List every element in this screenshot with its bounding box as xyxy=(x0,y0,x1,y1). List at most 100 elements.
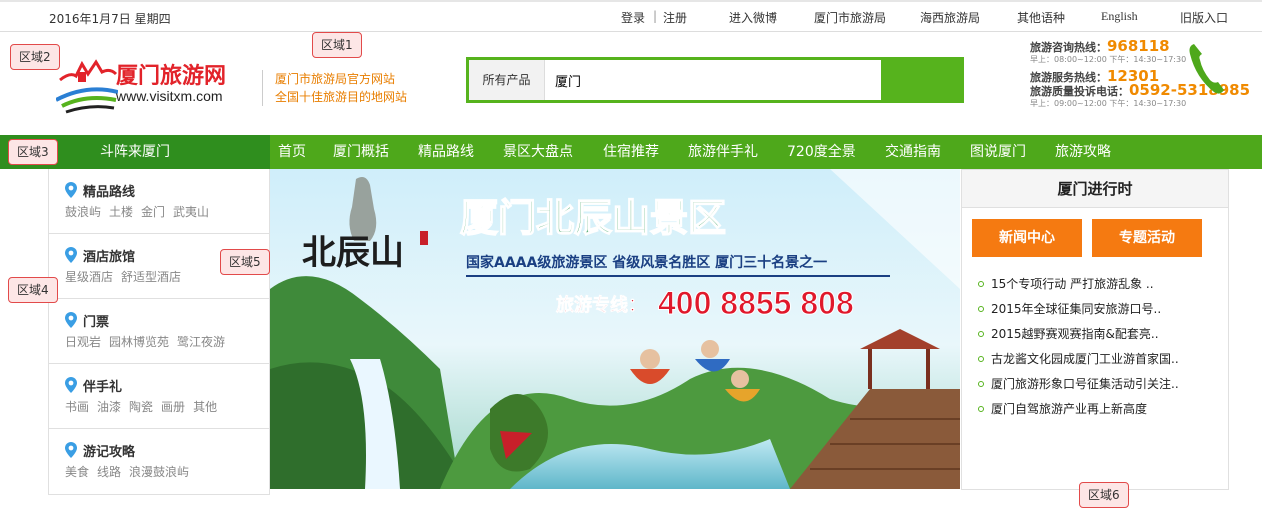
sidebar-section-title[interactable]: 门票 xyxy=(65,311,109,330)
sidebar-section: 精品路线 鼓浪屿 土楼 金门 武夷山 xyxy=(49,169,269,234)
sidebar-link[interactable]: 日观岩 xyxy=(65,335,101,349)
bullet-icon xyxy=(978,380,984,387)
news-item[interactable]: 2015越野赛观赛指南&配套亮.. xyxy=(978,322,1218,347)
sidebar-link[interactable]: 星级酒店 xyxy=(65,270,113,284)
logo-url: www.visitxm.com xyxy=(116,88,223,104)
news-item-text: 15个专项行动 严打旅游乱象 .. xyxy=(991,277,1154,291)
weibo-link[interactable]: 进入微博 xyxy=(729,9,777,26)
news-item[interactable]: 古龙酱文化园成厦门工业游首家国.. xyxy=(978,347,1218,372)
nav-item-guides[interactable]: 旅游攻略 xyxy=(1055,135,1111,169)
news-item[interactable]: 2015年全球征集同安旅游口号.. xyxy=(978,297,1218,322)
nav-item-home[interactable]: 首页 xyxy=(278,135,306,169)
top-bar: 2016年1月7日 星期四 登录 | 注册 进入微博 厦门市旅游局 海西旅游局 … xyxy=(0,0,1262,32)
sidebar-link[interactable]: 土楼 xyxy=(109,205,133,219)
banner-title: 厦门北辰山景区 xyxy=(460,196,726,240)
sidebar-section: 门票 日观岩 园林博览苑 鹭江夜游 xyxy=(49,299,269,364)
search-input[interactable] xyxy=(547,60,883,100)
sidebar-section: 伴手礼 书画 油漆 陶瓷 画册 其他 xyxy=(49,364,269,429)
site-logo[interactable]: 厦门旅游网 www.visitxm.com xyxy=(56,54,256,114)
english-link[interactable]: English xyxy=(1101,9,1138,24)
news-panel: 厦门进行时 新闻中心 专题活动 15个专项行动 严打旅游乱象 .. 2015年全… xyxy=(961,169,1229,490)
search-button[interactable] xyxy=(881,60,961,100)
region-label-1: 区域1 xyxy=(312,32,362,58)
topics-button[interactable]: 专题活动 xyxy=(1092,219,1202,257)
header: 厦门旅游网 www.visitxm.com 厦门市旅游局官方网站 全国十佳旅游目… xyxy=(0,32,1262,134)
location-pin-icon xyxy=(65,377,77,393)
sidebar-link[interactable]: 美食 xyxy=(65,465,89,479)
banner-image: 北辰山 厦门北辰山景区 国家AAAA级旅游景区 省级风景名胜区 厦门三十名景之一… xyxy=(270,169,960,489)
news-item-text: 厦门自驾旅游产业再上新高度 xyxy=(991,402,1148,416)
banner-hotline-number: 400 8855 808 xyxy=(658,285,854,321)
news-item[interactable]: 15个专项行动 严打旅游乱象 .. xyxy=(978,272,1218,297)
nav-item-attractions[interactable]: 景区大盘点 xyxy=(503,135,573,169)
sidebar-link[interactable]: 油漆 xyxy=(97,400,121,414)
site-slogan: 厦门市旅游局官方网站 全国十佳旅游目的地网站 xyxy=(262,70,407,106)
sidebar-title-text: 伴手礼 xyxy=(83,380,123,395)
region-label-5: 区域5 xyxy=(220,249,270,275)
news-panel-title: 厦门进行时 xyxy=(962,170,1228,208)
sidebar-link[interactable]: 画册 xyxy=(161,400,185,414)
region-label-3: 区域3 xyxy=(8,139,58,165)
nav-item-hotels[interactable]: 住宿推荐 xyxy=(603,135,659,169)
register-link[interactable]: 注册 xyxy=(663,9,687,26)
sidebar-link[interactable]: 线路 xyxy=(97,465,121,479)
sidebar-link[interactable]: 陶瓷 xyxy=(129,400,153,414)
bullet-icon xyxy=(978,355,984,362)
region-label-6: 区域6 xyxy=(1079,482,1129,508)
nav-item-photos[interactable]: 图说厦门 xyxy=(970,135,1026,169)
sidebar-link[interactable]: 浪漫鼓浪屿 xyxy=(129,465,189,479)
consult-hotline-number: 968118 xyxy=(1107,37,1170,55)
sidebar-link[interactable]: 舒适型酒店 xyxy=(121,270,181,284)
haixi-bureau-link[interactable]: 海西旅游局 xyxy=(920,9,980,26)
news-item-text: 古龙酱文化园成厦门工业游首家国.. xyxy=(991,352,1179,366)
sidebar-link[interactable]: 武夷山 xyxy=(173,205,209,219)
news-center-button[interactable]: 新闻中心 xyxy=(972,219,1082,257)
nav-item-souvenirs[interactable]: 旅游伴手礼 xyxy=(688,135,758,169)
nav-item-overview[interactable]: 厦门概括 xyxy=(333,135,389,169)
category-sidebar: 精品路线 鼓浪屿 土楼 金门 武夷山 酒店旅馆 星级酒店 舒适型酒店 门票 日观岩 园林博… xyxy=(48,169,270,495)
sidebar-section-title[interactable]: 精品路线 xyxy=(65,181,135,200)
consult-hotline-label: 旅游咨询热线： xyxy=(1030,41,1107,54)
location-pin-icon xyxy=(65,247,77,263)
news-item-text: 2015越野赛观赛指南&配套亮.. xyxy=(991,327,1159,341)
location-pin-icon xyxy=(65,312,77,328)
nav-item-routes[interactable]: 精品路线 xyxy=(418,135,474,169)
bullet-icon xyxy=(978,405,984,412)
sidebar-title-text: 精品路线 xyxy=(83,185,136,200)
sidebar-title-text: 门票 xyxy=(83,315,110,330)
slogan-line-1: 厦门市旅游局官方网站 xyxy=(275,72,396,86)
nav-item-transport[interactable]: 交通指南 xyxy=(885,135,941,169)
other-languages-link[interactable]: 其他语种 xyxy=(1017,9,1065,26)
sidebar-link[interactable]: 园林博览苑 xyxy=(109,335,169,349)
banner-carousel[interactable]: 北辰山 厦门北辰山景区 国家AAAA级旅游景区 省级风景名胜区 厦门三十名景之一… xyxy=(270,169,960,489)
banner-subtitle: 国家AAAA级旅游景区 省级风景名胜区 厦门三十名景之一 xyxy=(466,254,827,271)
sidebar-title-text: 酒店旅馆 xyxy=(83,250,136,265)
sidebar-section-title[interactable]: 游记攻略 xyxy=(65,441,135,460)
sidebar-link[interactable]: 鼓浪屿 xyxy=(65,205,101,219)
main-nav: 斗阵来厦门 首页 厦门概括 精品路线 景区大盘点 住宿推荐 旅游伴手礼 720度… xyxy=(0,135,1262,169)
current-date: 2016年1月7日 星期四 xyxy=(49,12,171,26)
sidebar-link[interactable]: 其他 xyxy=(193,400,217,414)
sidebar-section-title[interactable]: 酒店旅馆 xyxy=(65,246,135,265)
region-label-4: 区域4 xyxy=(8,277,58,303)
sidebar-link[interactable]: 鹭江夜游 xyxy=(177,335,225,349)
sidebar-title-text: 游记攻略 xyxy=(83,445,136,460)
login-link[interactable]: 登录 xyxy=(621,9,645,26)
sidebar-link[interactable]: 书画 xyxy=(65,400,89,414)
nav-item-panorama[interactable]: 720度全景 xyxy=(787,135,856,169)
complaint-hotline-label: 旅游质量投诉电话： xyxy=(1030,85,1129,98)
location-pin-icon xyxy=(65,182,77,198)
sidebar-link[interactable]: 金门 xyxy=(141,205,165,219)
search-bar: 所有产品 xyxy=(466,57,964,103)
sidebar-section-title[interactable]: 伴手礼 xyxy=(65,376,122,395)
old-version-link[interactable]: 旧版入口 xyxy=(1180,9,1228,26)
bullet-icon xyxy=(978,280,984,287)
news-item[interactable]: 厦门旅游形象口号征集活动引关注.. xyxy=(978,372,1218,397)
banner-hotline-label: 旅游专线： xyxy=(556,294,646,316)
service-hotline-label: 旅游服务热线： xyxy=(1030,71,1107,84)
bullet-icon xyxy=(978,305,984,312)
news-item[interactable]: 厦门自驾旅游产业再上新高度 xyxy=(978,397,1218,422)
search-category-select[interactable]: 所有产品 xyxy=(469,60,545,100)
tourism-bureau-link[interactable]: 厦门市旅游局 xyxy=(814,9,886,26)
bullet-icon xyxy=(978,330,984,337)
